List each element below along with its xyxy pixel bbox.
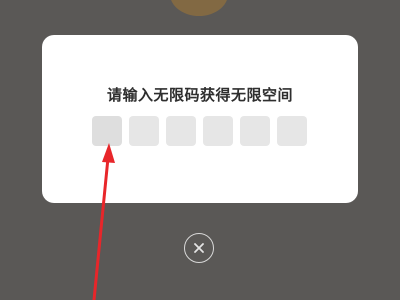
code-digit-input-6[interactable] <box>277 116 307 146</box>
close-icon <box>194 243 204 253</box>
code-digit-input-2[interactable] <box>129 116 159 146</box>
background-decoration <box>170 0 228 16</box>
code-input-row <box>92 116 308 146</box>
app-screen: { "dialog": { "title": "请输入无限码获得无限空间", "… <box>0 0 400 300</box>
close-dialog-button[interactable] <box>184 233 214 263</box>
code-digit-input-5[interactable] <box>240 116 270 146</box>
code-digit-input-3[interactable] <box>166 116 196 146</box>
dialog-title: 请输入无限码获得无限空间 <box>106 86 293 104</box>
unlimited-code-dialog: 请输入无限码获得无限空间 <box>42 35 358 203</box>
code-digit-input-4[interactable] <box>203 116 233 146</box>
code-digit-input-1[interactable] <box>92 116 122 146</box>
